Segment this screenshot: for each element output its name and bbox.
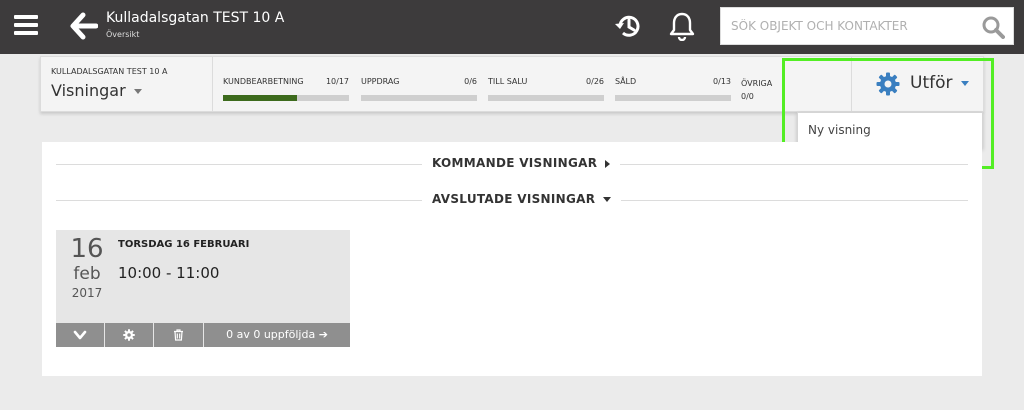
- search-icon[interactable]: [981, 15, 1005, 39]
- progress-till-salu[interactable]: TILL SALU 0/26: [488, 77, 604, 101]
- chevron-down-icon: [133, 89, 142, 94]
- section-title: AVSLUTADE VISNINGAR: [432, 192, 596, 206]
- progress-count: 10/17: [325, 77, 349, 86]
- finished-toggle[interactable]: AVSLUTADE VISNINGAR: [422, 192, 622, 206]
- progress-bar: [361, 95, 477, 101]
- progress-label: SÅLD: [615, 77, 637, 86]
- view-select[interactable]: Visningar: [51, 81, 142, 100]
- actions-button-label: Utför: [910, 73, 953, 93]
- progress-bar: [223, 95, 349, 101]
- showing-time: 10:00 - 11:00: [118, 264, 220, 282]
- progress-label: UPPDRAG: [361, 77, 400, 86]
- settings-button[interactable]: [105, 323, 153, 347]
- showing-day: 16: [70, 234, 104, 264]
- progress-count: 0/13: [713, 77, 731, 86]
- upcoming-toggle[interactable]: KOMMANDE VISNINGAR: [422, 156, 621, 170]
- progress-bar: [615, 95, 731, 101]
- object-name: KULLADALSGATAN TEST 10 A: [51, 67, 168, 76]
- search-box: [720, 7, 1014, 45]
- gear-icon: [876, 72, 900, 96]
- menu-icon[interactable]: [14, 15, 38, 35]
- delete-button[interactable]: [154, 323, 203, 347]
- progress-count: 0/0: [741, 92, 754, 101]
- section-title: KOMMANDE VISNINGAR: [432, 156, 598, 170]
- menu-item-ny-visning[interactable]: Ny visning: [808, 123, 871, 137]
- caret-down-icon: [603, 197, 612, 202]
- trash-icon: [174, 329, 183, 341]
- progress-sald[interactable]: SÅLD 0/13: [615, 77, 731, 101]
- gear-icon: [123, 329, 135, 341]
- progress-label: ÖVRIGA: [741, 79, 773, 88]
- progress-ovriga[interactable]: ÖVRIGA 0/0: [741, 77, 772, 103]
- progress-count: 0/26: [586, 77, 604, 86]
- history-icon[interactable]: [614, 12, 642, 40]
- object-status-bar: KULLADALSGATAN TEST 10 A Visningar KUNDB…: [40, 56, 984, 112]
- progress-label: TILL SALU: [488, 77, 528, 86]
- followup-label: 0 av 0 uppföljda: [226, 328, 316, 341]
- search-input[interactable]: [721, 8, 976, 44]
- bell-icon[interactable]: [668, 11, 696, 41]
- top-bar: Kulladalsgatan TEST 10 A Översikt: [0, 0, 1024, 54]
- chevron-down-icon: [73, 330, 87, 340]
- showings-panel: KOMMANDE VISNINGAR AVSLUTADE VISNINGAR 1…: [42, 142, 982, 376]
- progress-uppdrag[interactable]: UPPDRAG 0/6: [361, 77, 477, 101]
- followup-button[interactable]: 0 av 0 uppföljda ➔: [204, 323, 350, 347]
- showing-month: feb: [73, 264, 101, 284]
- progress-bar: [488, 95, 604, 101]
- actions-button[interactable]: Utför: [851, 57, 984, 111]
- section-finished: AVSLUTADE VISNINGAR: [56, 192, 968, 208]
- section-upcoming: KOMMANDE VISNINGAR: [56, 156, 968, 172]
- expand-button[interactable]: [56, 323, 104, 347]
- showing-title: TORSDAG 16 FEBRUARI: [118, 239, 250, 250]
- progress-count: 0/6: [464, 77, 477, 86]
- page-subtitle: Översikt: [106, 30, 140, 39]
- caret-right-icon: [605, 159, 611, 168]
- arrow-right-icon: ➔: [318, 328, 328, 341]
- showing-card[interactable]: 16 feb 2017 TORSDAG 16 FEBRUARI 10:00 - …: [56, 230, 350, 347]
- back-arrow-icon[interactable]: [70, 12, 98, 40]
- showing-year: 2017: [71, 286, 103, 300]
- showing-actions: 0 av 0 uppföljda ➔: [56, 323, 350, 347]
- object-selector: KULLADALSGATAN TEST 10 A Visningar: [41, 57, 213, 111]
- caret-down-icon: [961, 81, 969, 86]
- progress-label: KUNDBEARBETNING: [223, 77, 304, 86]
- page-title: Kulladalsgatan TEST 10 A: [106, 10, 285, 26]
- progress-kundbearbetning[interactable]: KUNDBEARBETNING 10/17: [223, 77, 349, 101]
- progress-fill: [223, 95, 298, 101]
- view-select-label: Visningar: [51, 81, 126, 100]
